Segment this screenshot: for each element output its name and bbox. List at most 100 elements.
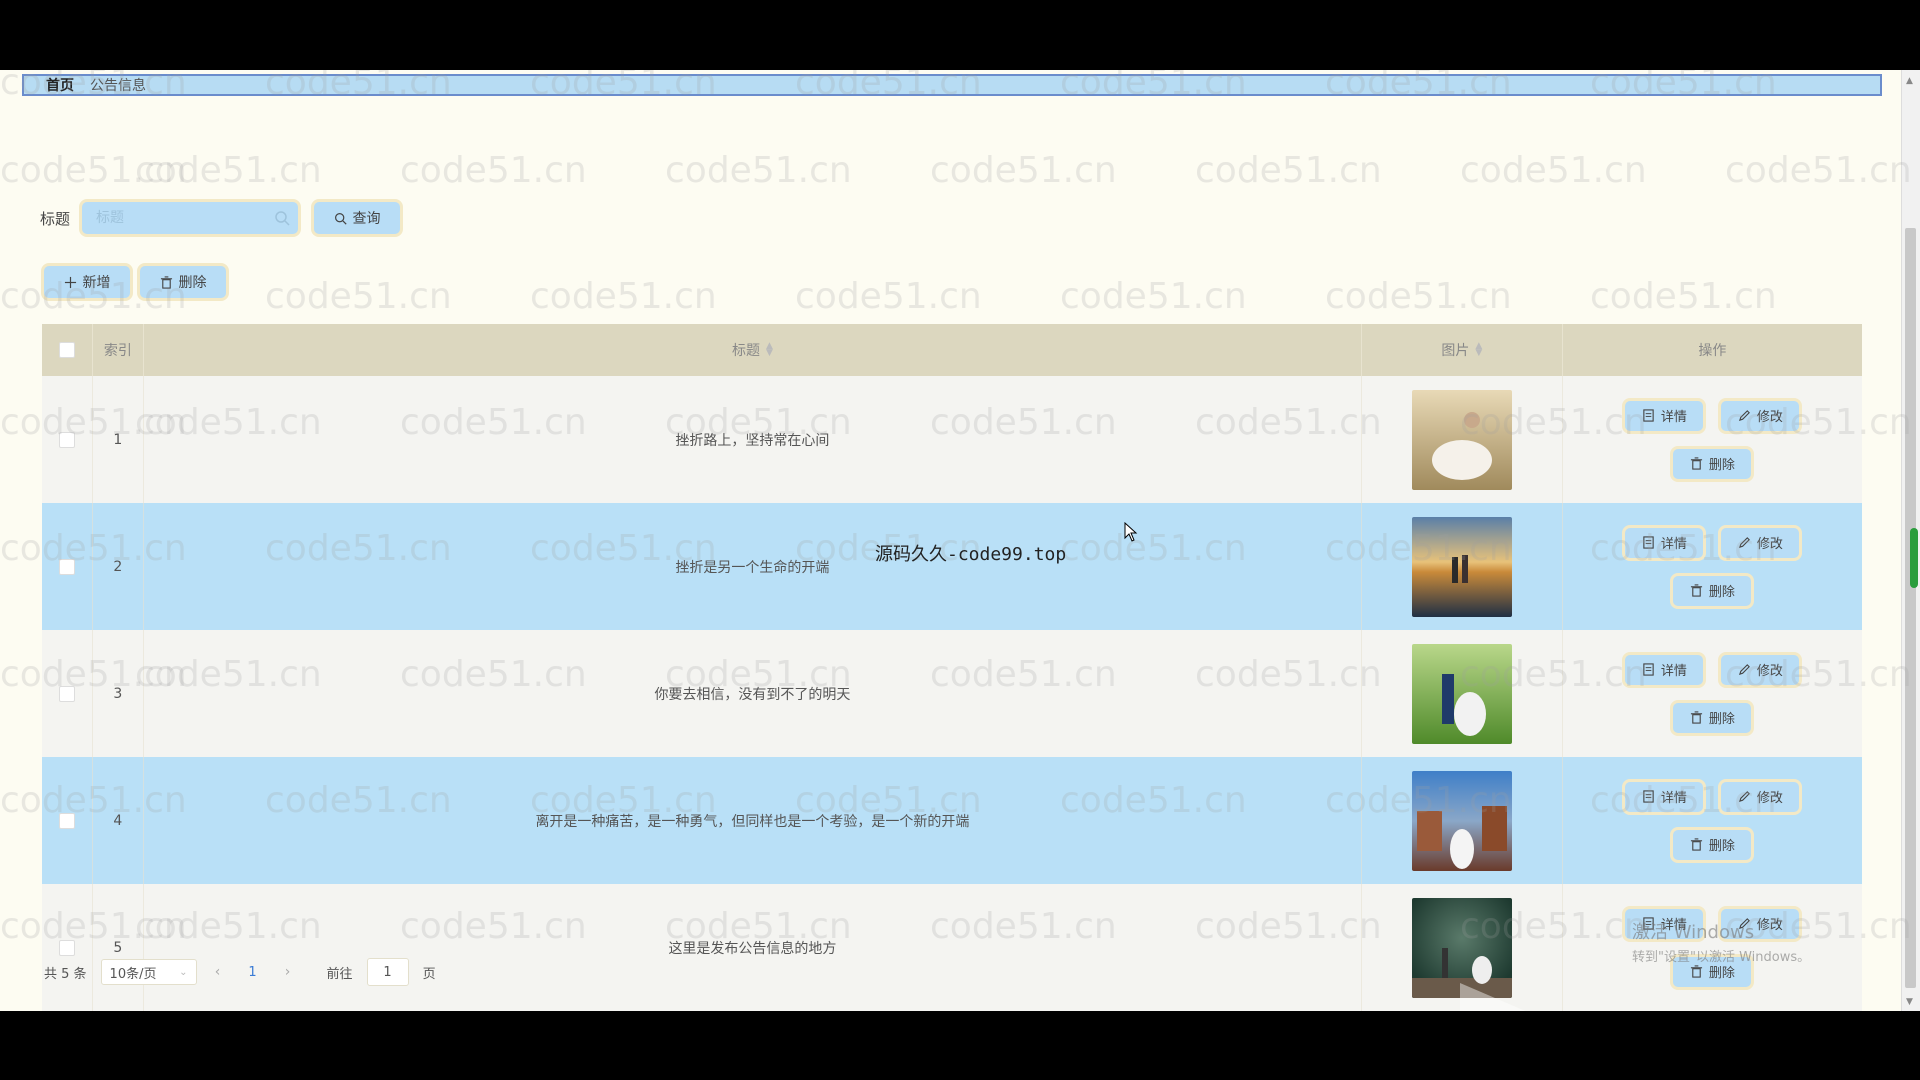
photo-couple-sunset-water[interactable] (1411, 516, 1512, 617)
activate-windows-notice: 激活 Windows 转到"设置"以激活 Windows。 (1632, 918, 1810, 965)
title-search-input[interactable] (82, 202, 298, 234)
row-index: 5 (93, 884, 144, 1011)
row-delete-button-label: 删除 (1708, 712, 1735, 727)
page-number-current[interactable]: 1 (239, 959, 267, 985)
watermark-text: code51.cn (1060, 276, 1247, 317)
scroll-down-icon[interactable]: ▼ (1906, 997, 1913, 1007)
row-index: 4 (93, 757, 144, 884)
header-image[interactable]: 图片 ▲ ▼ (1362, 324, 1563, 376)
header-title[interactable]: 标题 ▲ ▼ (144, 324, 1363, 376)
add-button-label: 新增 (82, 275, 111, 291)
table-body: 1 挫折路上，坚持常在心间 详情 修改 删除 2 挫折是另一个生命的开端 详情 … (42, 376, 1862, 1011)
detail-button[interactable]: 详情 (1625, 400, 1704, 431)
edit-icon (1738, 410, 1750, 422)
search-row: 标题 查询 (40, 202, 400, 234)
edit-icon (1738, 664, 1750, 676)
detail-button-label: 详情 (1660, 537, 1687, 552)
prev-page-icon[interactable]: ‹ (211, 964, 225, 980)
watermark-text: code51.cn (135, 150, 322, 191)
scroll-up-icon[interactable]: ▲ (1906, 76, 1913, 86)
row-select-cell (42, 376, 93, 503)
row-delete-button[interactable]: 删除 (1673, 702, 1752, 733)
table-row[interactable]: 5 这里是发布公告信息的地方 详情 修改 删除 (42, 884, 1862, 1011)
row-index: 1 (93, 376, 144, 503)
row-actions: 详情 修改 删除 (1563, 503, 1862, 630)
title-field-label: 标题 (40, 209, 71, 228)
sort-icon[interactable]: ▲ ▼ (766, 342, 773, 358)
notice-table: 索引 标题 ▲▼ 图片 ▲▼ 操作 1 挫折路上，坚持常在心间 详情 修改 (42, 324, 1862, 1011)
detail-button[interactable]: 详情 (1625, 527, 1704, 558)
table-row[interactable]: 4 离开是一种痛苦，是一种勇气，但同样也是一个考验，是一个新的开端 详情 修改 … (42, 757, 1862, 884)
row-actions: 详情 修改 删除 (1563, 376, 1862, 503)
row-index: 2 (93, 503, 144, 630)
breadcrumb-home[interactable]: 首页 (46, 75, 74, 95)
row-select-cell (42, 757, 93, 884)
edit-button-label: 修改 (1756, 664, 1783, 679)
watermark-text: code51.cn (1725, 150, 1912, 191)
table-row[interactable]: 3 你要去相信，没有到不了的明天 详情 修改 删除 (42, 630, 1862, 757)
watermark-text: code51.cn (1590, 276, 1777, 317)
add-button[interactable]: 新增 (44, 266, 130, 298)
table-row[interactable]: 2 挫折是另一个生命的开端 详情 修改 删除 (42, 503, 1862, 630)
row-delete-button-label: 删除 (1708, 839, 1735, 854)
edit-button[interactable]: 修改 (1721, 781, 1800, 812)
document-icon (1643, 536, 1654, 549)
goto-page-input[interactable]: 1 (366, 958, 409, 986)
detail-button[interactable]: 详情 (1625, 654, 1704, 685)
row-checkbox[interactable] (58, 812, 75, 829)
header-select-all-cell (42, 324, 93, 376)
photo-bride-street[interactable] (1411, 770, 1512, 871)
row-index: 3 (93, 630, 144, 757)
center-watermark: 源码久久-code99.top (875, 544, 1067, 565)
row-checkbox[interactable] (58, 431, 75, 448)
document-icon (1643, 409, 1654, 422)
breadcrumb: 首页 公告信息 (22, 74, 1882, 96)
sort-icon[interactable]: ▲ ▼ (1475, 342, 1482, 358)
search-icon (275, 211, 290, 226)
page-size-select[interactable]: 10条/页 ⌄ (100, 959, 197, 985)
row-select-cell (42, 884, 93, 1011)
row-select-cell (42, 503, 93, 630)
row-actions: 详情 修改 删除 (1563, 630, 1862, 757)
chevron-down-icon: ⌄ (179, 966, 188, 978)
scroll-thumb[interactable] (1905, 228, 1916, 988)
photo-wedding-field[interactable] (1411, 389, 1512, 490)
edit-button[interactable]: 修改 (1721, 400, 1800, 431)
query-button[interactable]: 查询 (314, 202, 400, 234)
row-checkbox[interactable] (58, 558, 75, 575)
goto-suffix: 页 (422, 966, 436, 982)
table-row[interactable]: 1 挫折路上，坚持常在心间 详情 修改 删除 (42, 376, 1862, 503)
watermark-text: code51.cn (400, 150, 587, 191)
edit-button[interactable]: 修改 (1721, 654, 1800, 685)
header-image-label: 图片 (1441, 343, 1470, 359)
watermark-text: code51.cn (795, 276, 982, 317)
detail-button[interactable]: 详情 (1625, 781, 1704, 812)
trash-icon (160, 275, 172, 289)
goto-prefix: 前往 (326, 966, 353, 982)
row-delete-button[interactable]: 删除 (1673, 575, 1752, 606)
row-image-cell (1362, 376, 1563, 503)
batch-delete-button[interactable]: 删除 (140, 266, 226, 298)
next-page-icon[interactable]: › (281, 964, 295, 980)
row-delete-button-label: 删除 (1708, 458, 1735, 473)
side-handle[interactable] (1910, 528, 1918, 588)
batch-delete-button-label: 删除 (178, 275, 207, 291)
document-icon (1643, 663, 1654, 676)
photo-couple-garden[interactable] (1411, 643, 1512, 744)
app-screen: 首页 公告信息 标题 查询 新增 (0, 70, 1920, 1011)
mouse-cursor-icon (1124, 522, 1138, 542)
trash-icon (1690, 457, 1702, 470)
row-delete-button[interactable]: 删除 (1673, 448, 1752, 479)
row-delete-button[interactable]: 删除 (1673, 829, 1752, 860)
edit-button[interactable]: 修改 (1721, 527, 1800, 558)
row-image-cell (1362, 503, 1563, 630)
edit-icon (1738, 537, 1750, 549)
select-all-checkbox[interactable] (58, 342, 75, 358)
detail-button-label: 详情 (1660, 410, 1687, 425)
video-player-logo-icon (1460, 983, 1526, 1011)
edit-button-label: 修改 (1756, 410, 1783, 425)
title-search-field (82, 202, 298, 234)
row-checkbox[interactable] (58, 685, 75, 702)
watermark-text: code51.cn (930, 150, 1117, 191)
row-checkbox[interactable] (58, 939, 75, 956)
